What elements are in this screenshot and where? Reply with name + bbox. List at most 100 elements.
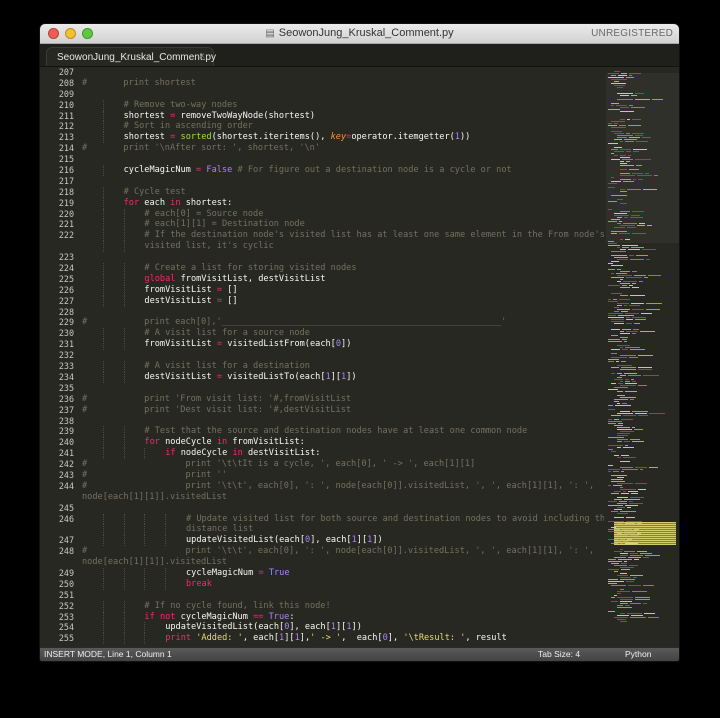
- minimap-line: [623, 181, 634, 182]
- code-line[interactable]: updateVisitedList(each[0], each[1][1]): [82, 535, 604, 547]
- minimap[interactable]: [606, 67, 679, 648]
- minimap-line: [617, 433, 630, 434]
- code-line[interactable]: global fromVisitList, destVisitList: [82, 273, 604, 285]
- minimap-line: [637, 175, 652, 176]
- code-line[interactable]: [82, 67, 604, 78]
- minimap-line: [630, 399, 634, 400]
- code-line[interactable]: # Sort in ascending order: [82, 121, 604, 133]
- minimap-line: [614, 257, 628, 258]
- line-number: 231: [58, 339, 74, 350]
- code-line[interactable]: # Update visited list for both source an…: [82, 513, 604, 525]
- code-line[interactable]: destVisitList = []: [82, 295, 604, 307]
- code-line[interactable]: node[each[1][1]].visitedList: [82, 557, 604, 568]
- minimap-line: [625, 445, 628, 446]
- code-line[interactable]: [82, 89, 604, 100]
- minimap-line: [614, 455, 619, 456]
- code-line[interactable]: [82, 350, 604, 361]
- code-line[interactable]: # print '\nAfter sort: ', shortest, '\n': [82, 143, 604, 154]
- minimap-line: [622, 349, 628, 350]
- code-line[interactable]: fromVisitList = []: [82, 284, 604, 296]
- code-line[interactable]: # print '\t\tIt is a cycle, ', each[0], …: [82, 459, 604, 470]
- code-editor[interactable]: 207 208 209 210 211 212 213 214 215 216 217 218 219 2…: [40, 67, 679, 648]
- minimap-line: [629, 305, 640, 306]
- code-line[interactable]: for nodeCycle in fromVisitList:: [82, 437, 604, 449]
- close-tab-icon[interactable]: ×: [199, 51, 205, 62]
- line-number: 245: [58, 502, 74, 513]
- code-line[interactable]: # print 'From visit list: '#,fromVisitLi…: [82, 394, 604, 405]
- code-line[interactable]: # print each[0],'_______________________…: [82, 317, 604, 328]
- code-line[interactable]: # Create a list for storing visited node…: [82, 263, 604, 274]
- code-token: distance list: [186, 524, 254, 535]
- minimap-line: [624, 305, 627, 306]
- minimap-line: [636, 165, 642, 166]
- code-line[interactable]: [82, 383, 604, 394]
- code-line[interactable]: # print '\t\t', each[0], ': ', node[each…: [82, 546, 604, 557]
- code-line[interactable]: [82, 307, 604, 318]
- code-line[interactable]: # Remove two-way nodes: [82, 99, 604, 111]
- minimap-line: [633, 179, 636, 180]
- code-line[interactable]: # each[1][1] = Destination node: [82, 219, 604, 231]
- code-line[interactable]: updateVisitedList(each[0], each[1][1]): [82, 622, 604, 634]
- code-line[interactable]: [82, 590, 604, 601]
- code-line[interactable]: [82, 176, 604, 187]
- code-line[interactable]: if nodeCycle in destVisitList:: [82, 448, 604, 460]
- minimap-line: [617, 503, 627, 504]
- minimap-line: [617, 303, 629, 304]
- minimap-line: [608, 579, 618, 580]
- code-line[interactable]: shortest = removeTwoWayNode(shortest): [82, 110, 604, 122]
- code-line[interactable]: distance list: [82, 524, 604, 536]
- code-area[interactable]: # print shortest # Remove two-way nodes sh…: [82, 67, 604, 648]
- minimap-line: [620, 579, 635, 580]
- code-line[interactable]: # A visit list for a destination: [82, 361, 604, 372]
- code-line[interactable]: # print shortest: [82, 78, 604, 89]
- code-line[interactable]: break: [82, 578, 604, 590]
- minimap-line: [619, 501, 627, 502]
- code-line[interactable]: # print 'Dest visit list: '#,destVisitLi…: [82, 405, 604, 416]
- code-token: for: [123, 197, 140, 208]
- code-line[interactable]: # A visit list for a source node: [82, 328, 604, 340]
- minimap-line: [614, 617, 628, 618]
- minimap-line: [646, 259, 650, 260]
- minimap-line: [619, 233, 630, 234]
- title-bar[interactable]: ▤ SeowonJung_Kruskal_Comment.py UNREGIST…: [40, 24, 679, 44]
- code-line[interactable]: shortest = sorted(shortest.iteritems(), …: [82, 132, 604, 144]
- code-line[interactable]: visited list, it's cyclic: [82, 241, 604, 253]
- code-line[interactable]: # Test that the source and destination n…: [82, 426, 604, 438]
- code-line[interactable]: cycleMagicNum = True: [82, 567, 604, 579]
- code-line[interactable]: [82, 416, 604, 427]
- code-line[interactable]: # If the destination node's visited list…: [82, 230, 604, 242]
- code-line[interactable]: node[each[1][1]].visitedList: [82, 492, 604, 503]
- minimap-line: [626, 317, 630, 318]
- tab-size-selector[interactable]: Tab Size: 4: [538, 649, 580, 659]
- code-line[interactable]: [82, 503, 604, 514]
- minimap-line: [611, 277, 624, 278]
- code-line[interactable]: # print '': [82, 470, 604, 481]
- code-line[interactable]: # each[0] = Source node: [82, 208, 604, 220]
- code-line[interactable]: for each in shortest:: [82, 197, 604, 209]
- minimap-line: [635, 99, 650, 100]
- minimap-line: [643, 585, 654, 586]
- code-line[interactable]: fromVisitList = visitedListFrom(each[0]): [82, 339, 604, 351]
- minimap-line: [620, 175, 635, 176]
- code-line[interactable]: if not cycleMagicNum == True:: [82, 611, 604, 623]
- minimap-line: [617, 99, 633, 100]
- tab-file[interactable]: SeowonJung_Kruskal_Comment.py ×: [46, 47, 216, 66]
- minimap-line: [614, 323, 624, 324]
- code-line[interactable]: destVisitList = visitedListTo(each[1][1]…: [82, 371, 604, 383]
- code-line[interactable]: # Cycle test: [82, 186, 604, 198]
- code-token: destVisitList: [144, 371, 217, 382]
- minimap-line: [624, 341, 627, 342]
- code-line[interactable]: print 'Added: ', each[1][1],' -> ', each…: [82, 633, 604, 645]
- syntax-selector[interactable]: Python: [625, 649, 651, 659]
- minimap-line: [620, 149, 631, 150]
- minimap-line: [634, 429, 643, 430]
- code-line[interactable]: # print '\t\t', each[0], ': ', node[each…: [82, 481, 604, 492]
- code-line[interactable]: # If no cycle found, link this node!: [82, 600, 604, 612]
- code-token: , result: [465, 633, 507, 644]
- code-line[interactable]: cycleMagicNum = False # For figure out a…: [82, 165, 604, 176]
- minimap-line: [633, 329, 639, 330]
- code-line[interactable]: [82, 252, 604, 263]
- code-line[interactable]: [82, 154, 604, 165]
- minimap-line: [629, 105, 633, 106]
- minimap-line: [608, 209, 612, 210]
